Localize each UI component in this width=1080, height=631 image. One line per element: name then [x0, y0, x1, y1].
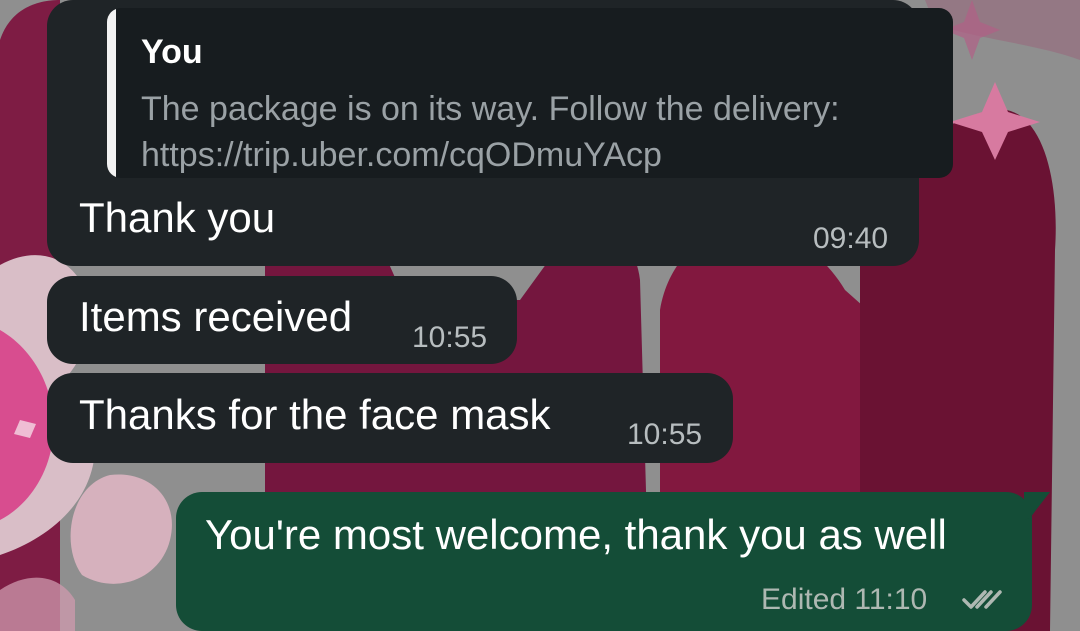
message-text: Thank you — [79, 194, 276, 241]
message-bubble-face-mask[interactable]: Thanks for the face mask 10:55 — [47, 373, 733, 463]
message-text: You're most welcome, thank you as well — [205, 511, 947, 558]
message-timestamp: 10:55 — [627, 418, 703, 451]
message-bubble-outgoing[interactable]: You're most welcome, thank you as well E… — [176, 492, 1032, 631]
quoted-message[interactable]: You The package is on its way. Follow th… — [107, 8, 953, 178]
double-check-icon — [962, 590, 1002, 609]
message-timestamp: 09:40 — [813, 222, 889, 255]
message-timestamp: 10:55 — [412, 321, 488, 354]
message-tail — [1024, 492, 1050, 520]
message-text: Thanks for the face mask — [79, 391, 551, 438]
quoted-message-author: You — [141, 33, 203, 71]
message-bubble-items-received[interactable]: Items received 10:55 — [47, 276, 517, 364]
quoted-message-text: The package is on its way. Follow the de… — [141, 90, 840, 174]
message-text: Items received — [79, 293, 353, 340]
message-edited-timestamp: Edited 11:10 — [761, 583, 928, 616]
quote-indicator-bar — [107, 8, 116, 178]
message-bubble-reply-thank-you[interactable]: You The package is on its way. Follow th… — [47, 0, 953, 266]
